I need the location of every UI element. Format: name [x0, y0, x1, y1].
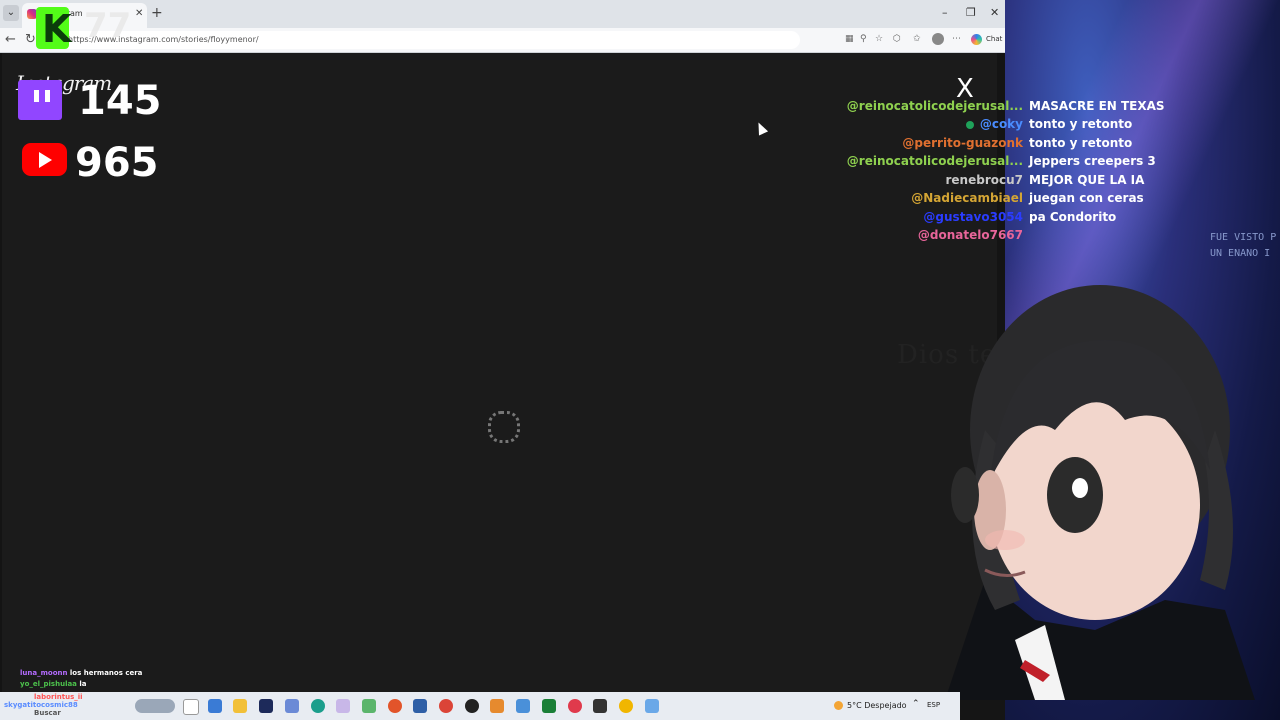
app-icon-2[interactable] [336, 699, 350, 713]
tray-chevron-icon[interactable]: ⌃ [912, 699, 920, 709]
tab-list-button[interactable]: ⌄ [3, 5, 19, 21]
copilot-app-icon[interactable] [208, 699, 222, 713]
address-bar[interactable]: https://www.instagram.com/stories/floyym… [40, 31, 800, 49]
chat-text: MEJOR QUE LA IA [1029, 173, 1145, 187]
chat-user: @reinocatolicodejerusal... [846, 154, 1023, 168]
vtuber-avatar [945, 285, 1255, 700]
chat-label[interactable]: Chat [986, 35, 1002, 43]
app-icon-4[interactable] [413, 699, 427, 713]
chat-user: renebrocu7 [945, 173, 1024, 187]
small-chat-text: los hermanos cera [69, 669, 143, 677]
side-text-line-2: UN ENANO I [1210, 248, 1271, 259]
app-icon-3[interactable] [362, 699, 376, 713]
youtube-logo-icon [22, 143, 67, 176]
chat-message: @coky tonto y retonto [830, 116, 1160, 134]
app-icon-8[interactable] [542, 699, 556, 713]
chat-message: @reinocatolicodejerusal... MASACRE EN TE… [830, 98, 1165, 116]
moon-icon [834, 701, 843, 710]
small-stream-chat: luna_moonn los hermanos cera yo_el_pishu… [20, 668, 142, 690]
app-icon-6[interactable] [490, 699, 504, 713]
back-button[interactable]: ← [5, 32, 16, 47]
small-chat-user: luna_moonn [20, 669, 68, 677]
collections-icon[interactable]: ✩ [913, 34, 921, 44]
app-icon-10[interactable] [619, 699, 633, 713]
chat-message: renebrocu7 MEJOR QUE LA IA [830, 172, 1160, 190]
story-close-button[interactable]: X [956, 76, 974, 102]
window-close-button[interactable]: ✕ [990, 6, 999, 19]
opera-icon[interactable] [568, 699, 582, 713]
chat-text: Jeppers creepers 3 [1029, 154, 1156, 168]
more-menu-icon[interactable]: ⋯ [952, 34, 961, 44]
taskbar-widget-icon[interactable] [135, 699, 175, 713]
favorite-star-icon[interactable]: ☆ [875, 34, 883, 44]
chat-text: MASACRE EN TEXAS [1029, 99, 1165, 113]
stream-side-text: FUE VISTO P UN ENANO I [1210, 230, 1276, 262]
chat-text: juegan con ceras [1029, 191, 1144, 205]
chat-badge-icon [965, 120, 974, 129]
small-chat-user: yo_el_pishulaa [20, 680, 77, 688]
chat-message: @Nadiecambiael juegan con ceras [830, 190, 1160, 208]
kick-logo-icon: K [36, 7, 71, 51]
tab-close-icon[interactable]: ✕ [135, 8, 143, 19]
language-indicator[interactable]: ESP [927, 701, 940, 709]
small-chat-user: laborintus_ii [34, 693, 83, 701]
edge-browser-icon[interactable] [311, 699, 325, 713]
copilot-icon[interactable] [971, 34, 982, 45]
chrome-icon[interactable] [439, 699, 453, 713]
app-icon-9[interactable] [593, 699, 607, 713]
chat-message: @reinocatolicodejerusal... Jeppers creep… [830, 153, 1160, 171]
weather-widget[interactable]: 5°C Despejado [834, 701, 907, 710]
youtube-viewer-count: 965 [75, 140, 159, 186]
chat-user: @Nadiecambiael [911, 191, 1023, 205]
maximize-button[interactable]: ❐ [966, 6, 976, 19]
chat-text: pa Condorito [1029, 210, 1117, 224]
chat-message: @perrito-guazonk tonto y retonto [830, 135, 1160, 153]
twitch-viewer-count: 145 [78, 78, 162, 124]
chat-user: @coky [979, 117, 1023, 131]
small-chat-message: luna_moonn los hermanos cera [20, 668, 142, 679]
app-icon-11[interactable] [645, 699, 659, 713]
tab-bar: ⌄ Instagram ✕ + – ❐ ✕ [0, 0, 1005, 28]
taskbar-overlay-chat: laborintus_ii skygatitocosmic88 Buscar [4, 693, 83, 717]
browser-toolbar: ← ↻ https://www.instagram.com/stories/fl… [0, 28, 1005, 53]
chat-user: @perrito-guazonk [902, 136, 1023, 150]
kick-viewer-count: 77 [84, 6, 132, 46]
profile-avatar[interactable] [932, 33, 944, 45]
side-text-line-1: FUE VISTO P [1210, 232, 1277, 243]
extensions-icon[interactable]: ⬡ [893, 34, 901, 44]
small-chat-text: la [79, 680, 87, 688]
taskbar-search-label[interactable]: Buscar [34, 709, 83, 717]
chat-message: @gustavo3054 pa Condorito [830, 209, 1160, 227]
app-icon-7[interactable] [516, 699, 530, 713]
firefox-icon[interactable] [388, 699, 402, 713]
vscode-like-icon[interactable] [259, 699, 273, 713]
windows-taskbar: laborintus_ii skygatitocosmic88 Buscar 5… [0, 692, 960, 720]
zoom-icon[interactable]: ⚲ [860, 34, 867, 44]
app-icon-5[interactable] [465, 699, 479, 713]
twitch-logo-icon [18, 80, 62, 120]
file-explorer-icon[interactable] [233, 699, 247, 713]
refresh-button[interactable]: ↻ [25, 32, 36, 47]
new-tab-button[interactable]: + [151, 5, 163, 21]
chat-user: @reinocatolicodejerusal... [846, 99, 1023, 113]
app-icon-1[interactable] [285, 699, 299, 713]
chat-text: tonto y retonto [1029, 117, 1133, 131]
loading-spinner-icon [488, 411, 520, 443]
weather-text: 5°C Despejado [847, 701, 907, 710]
chat-user: @donatelo7667 [917, 228, 1023, 242]
small-chat-user: skygatitocosmic88 [4, 701, 78, 709]
chat-user: @gustavo3054 [923, 210, 1023, 224]
minimize-button[interactable]: – [942, 6, 948, 19]
reader-mode-icon[interactable]: ▦ [845, 34, 854, 44]
task-view-icon[interactable] [183, 699, 199, 715]
small-chat-message: yo_el_pishulaa la [20, 679, 142, 690]
chat-message: @donatelo7667 [830, 227, 1160, 245]
chat-text: tonto y retonto [1029, 136, 1133, 150]
